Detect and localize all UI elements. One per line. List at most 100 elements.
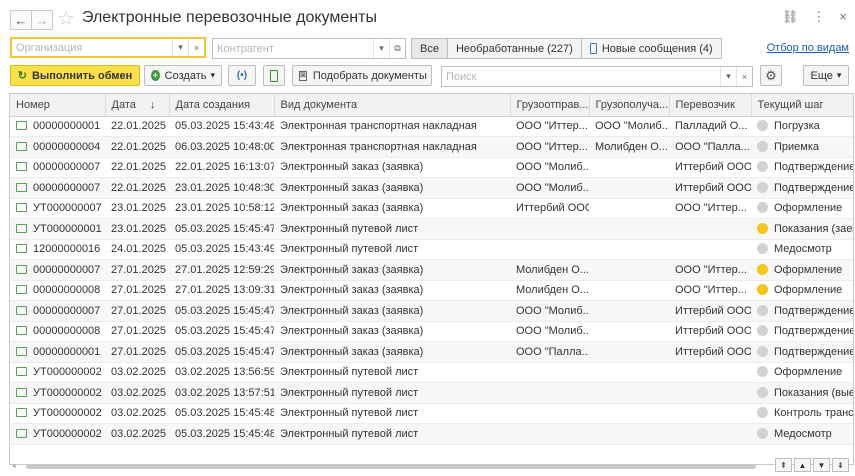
cell-date: 24.01.2025 xyxy=(105,239,169,260)
more-button[interactable]: Еще ▾ xyxy=(803,65,849,86)
col-number[interactable]: Номер xyxy=(10,94,106,117)
cell-doctype: Электронная транспортная накладная xyxy=(274,116,510,137)
col-doctype[interactable]: Вид документа xyxy=(274,94,511,117)
cell-created: 05.03.2025 15:43:48 xyxy=(169,116,274,137)
pick-documents-button[interactable]: ⊠ Подобрать документы xyxy=(292,65,432,86)
cell-date-text: 03.02.2025 xyxy=(111,407,167,420)
cell-doctype-text: Электронный заказ (заявка) xyxy=(280,304,424,317)
filter-new-messages-button[interactable]: Новые сообщения (4) xyxy=(580,38,722,59)
table-row[interactable]: 00000000007 27.01.2025 27.01.2025 12:59:29… xyxy=(10,259,853,281)
cell-date: 03.02.2025 xyxy=(105,362,169,383)
cell-carrier-text: Иттербий ООО xyxy=(675,181,751,194)
search-field[interactable]: Поиск ▾ × xyxy=(441,66,753,87)
search-clear-icon[interactable]: × xyxy=(736,67,752,86)
table-row[interactable]: 00000000008 27.01.2025 27.01.2025 13:09:31… xyxy=(10,280,853,301)
table-row[interactable]: 00000000008 27.01.2025 05.03.2025 15:45:47… xyxy=(10,321,853,342)
cell-number-text: УТ000000002 xyxy=(33,407,102,420)
create-button[interactable]: + Создать ▾ xyxy=(144,65,222,86)
settings-button[interactable]: ⚙ xyxy=(760,65,782,86)
table-row[interactable]: УТ000000002 03.02.2025 03.02.2025 13:57:51… xyxy=(10,382,853,404)
col-shipper[interactable]: Грузоотправ... xyxy=(510,94,590,117)
table-row[interactable]: 00000000001 27.01.2025 05.03.2025 15:45:47… xyxy=(10,341,853,363)
horizontal-scrollbar[interactable]: ◂ xyxy=(10,462,760,470)
cell-date: 27.01.2025 xyxy=(105,321,169,342)
cell-date-text: 27.01.2025 xyxy=(111,284,167,297)
cell-doctype-text: Электронный заказ (заявка) xyxy=(280,325,424,338)
col-carrier[interactable]: Перевозчик xyxy=(669,94,752,117)
cell-shipper: ООО "Молиб... xyxy=(510,177,589,199)
col-date[interactable]: Дата ↓ xyxy=(105,94,170,117)
cell-carrier-text: Иттербий ООО xyxy=(675,304,751,317)
status-filter-group: Все Необработанные (227) Новые сообщения… xyxy=(411,38,722,59)
cell-carrier: ООО "Иттер... xyxy=(669,280,751,301)
cell-number-text: 00000000008 xyxy=(33,325,101,338)
run-exchange-button[interactable]: ↻ Выполнить обмен xyxy=(10,65,140,86)
organization-field[interactable]: Организация ▾ × xyxy=(10,37,206,58)
document-button[interactable] xyxy=(263,65,285,86)
cell-shipper xyxy=(510,382,589,404)
cell-number: 00000000004 xyxy=(10,136,105,158)
scroll-up-button[interactable]: ▲ xyxy=(794,458,811,472)
contractor-open-icon[interactable]: ⧉ xyxy=(389,39,405,58)
scroll-last-button[interactable]: ⇟ xyxy=(832,458,849,472)
table-row[interactable]: 00000000004 22.01.2025 06.03.2025 10:48:00… xyxy=(10,136,853,158)
organization-input[interactable]: Организация xyxy=(12,42,172,54)
chevron-down-icon: ▾ xyxy=(836,70,842,80)
cell-date-text: 03.02.2025 xyxy=(111,427,167,440)
contractor-dropdown-icon[interactable]: ▾ xyxy=(373,39,389,58)
back-button[interactable]: ← xyxy=(10,10,32,30)
cell-consignee xyxy=(589,157,669,178)
cell-step-text: Оформление xyxy=(774,263,843,276)
cell-doctype: Электронный путевой лист xyxy=(274,382,510,404)
cell-created-text: 03.02.2025 13:56:59 xyxy=(175,366,274,379)
status-dot-icon xyxy=(757,161,768,173)
more-label: Еще xyxy=(810,69,833,82)
contractor-field[interactable]: Контрагент ▾ ⧉ xyxy=(212,38,406,59)
table-row[interactable]: 00000000007 22.01.2025 22.01.2025 16:13:07… xyxy=(10,157,853,178)
cell-date-text: 27.01.2025 xyxy=(111,304,167,317)
table-row[interactable]: УТ000000002 03.02.2025 05.03.2025 15:45:48… xyxy=(10,403,853,424)
filter-by-type-link[interactable]: Отбор по видам xyxy=(767,42,849,54)
cell-carrier-text: Иттербий ООО xyxy=(675,325,751,338)
documents-table[interactable]: Номер Дата ↓ Дата создания Вид документа … xyxy=(9,93,854,465)
search-input[interactable]: Поиск xyxy=(442,71,720,83)
cell-doctype: Электронный путевой лист xyxy=(274,423,510,445)
contractor-input[interactable]: Контрагент xyxy=(213,43,373,55)
table-row[interactable]: 00000000001 22.01.2025 05.03.2025 15:43:48… xyxy=(10,116,853,137)
col-step[interactable]: Текущий шаг xyxy=(751,94,853,117)
favorite-star-icon[interactable]: ☆ xyxy=(57,6,75,31)
col-created[interactable]: Дата создания xyxy=(169,94,275,117)
cell-doctype: Электронная транспортная накладная xyxy=(274,136,510,158)
document-icon xyxy=(16,326,27,336)
search-dropdown-icon[interactable]: ▾ xyxy=(720,67,736,86)
table-row[interactable]: 12000000016 24.01.2025 05.03.2025 15:43:49… xyxy=(10,239,853,260)
scroll-thumb[interactable] xyxy=(26,464,756,469)
page-title: Электронные перевозочные документы xyxy=(82,9,377,26)
cell-doctype-text: Электронный заказ (заявка) xyxy=(280,202,424,215)
more-actions-icon[interactable]: ⋮ xyxy=(812,9,825,25)
table-row[interactable]: УТ000000002 03.02.2025 05.03.2025 15:45:48… xyxy=(10,423,853,445)
scroll-first-button[interactable]: ⇞ xyxy=(775,458,792,472)
scroll-left-icon[interactable]: ◂ xyxy=(12,462,16,470)
col-consignee[interactable]: Грузополуча... xyxy=(589,94,670,117)
cell-date-text: 03.02.2025 xyxy=(111,386,167,399)
table-row[interactable]: УТ000000002 03.02.2025 03.02.2025 13:56:59… xyxy=(10,362,853,383)
cell-doctype: Электронный заказ (заявка) xyxy=(274,300,510,322)
filter-unprocessed-button[interactable]: Необработанные (227) xyxy=(446,38,582,59)
link-icon[interactable]: ⛓ xyxy=(782,9,799,25)
cell-consignee xyxy=(589,382,669,404)
scroll-down-button[interactable]: ▼ xyxy=(813,458,830,472)
broadcast-button[interactable]: (•) xyxy=(228,65,256,86)
table-row[interactable]: 00000000007 22.01.2025 23.01.2025 10:48:30… xyxy=(10,177,853,199)
table-row[interactable]: УТ000000007 23.01.2025 23.01.2025 10:58:12… xyxy=(10,198,853,219)
table-row[interactable]: УТ000000001 23.01.2025 05.03.2025 15:45:47… xyxy=(10,218,853,240)
organization-dropdown-icon[interactable]: ▾ xyxy=(172,39,188,56)
status-dot-icon xyxy=(757,427,768,439)
document-icon xyxy=(16,346,27,356)
close-icon[interactable]: × xyxy=(839,9,847,25)
cell-carrier xyxy=(669,403,751,424)
table-row[interactable]: 00000000007 27.01.2025 05.03.2025 15:45:47… xyxy=(10,300,853,322)
organization-clear-icon[interactable]: × xyxy=(188,39,204,56)
filter-all-button[interactable]: Все xyxy=(411,38,448,59)
forward-button[interactable]: → xyxy=(31,10,53,30)
